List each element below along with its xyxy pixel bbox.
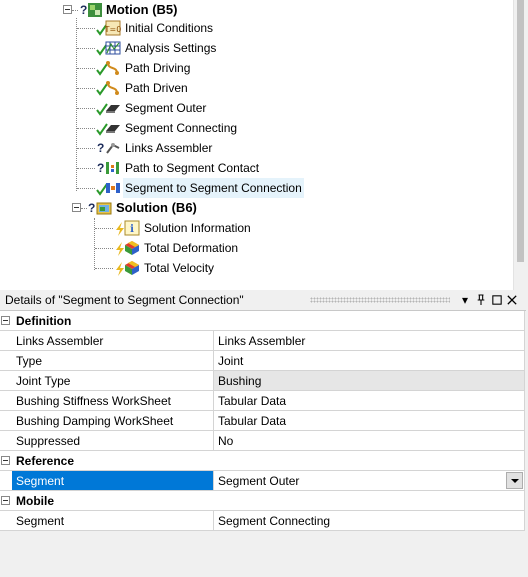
- property-value[interactable]: Tabular Data: [214, 391, 525, 411]
- category-definition[interactable]: Definition: [0, 311, 525, 331]
- connection-icon: [106, 183, 120, 193]
- tree-node-total-deformation[interactable]: Total Deformation: [0, 238, 500, 258]
- links-assembler-icon: [106, 143, 120, 154]
- tree-node-solution[interactable]: ? Solution (B6): [0, 198, 500, 218]
- details-title-bar: Details of "Segment to Segment Connectio…: [0, 290, 528, 310]
- project-tree: ? Motion (B5) T=0 Initial Conditions Ana…: [0, 0, 528, 290]
- question-status-icon: ?: [97, 141, 105, 155]
- svg-text:T=0: T=0: [105, 25, 121, 34]
- property-row[interactable]: Joint Type Bushing: [0, 371, 525, 391]
- tree-node-analysis-settings[interactable]: Analysis Settings: [0, 38, 500, 58]
- tree-scrollbar[interactable]: [513, 0, 528, 290]
- segment-select[interactable]: Segment Outer: [214, 471, 525, 491]
- scrollbar-thumb[interactable]: [517, 0, 524, 262]
- maximize-icon: [492, 295, 502, 305]
- segment-icon: [106, 125, 120, 133]
- pin-icon: [477, 294, 485, 305]
- category-mobile[interactable]: Mobile: [0, 491, 525, 511]
- total-velocity-icon: [125, 261, 139, 275]
- close-icon: [507, 295, 517, 305]
- segment-icon: [106, 105, 120, 113]
- property-value: Segment Outer: [218, 474, 300, 488]
- tree-node-segment-to-segment-connection[interactable]: Segment to Segment Connection: [0, 178, 500, 198]
- tree-node-total-velocity[interactable]: Total Velocity: [0, 258, 500, 278]
- tree-node-motion[interactable]: ? Motion (B5): [0, 0, 500, 20]
- path-driven-icon: [106, 81, 119, 95]
- property-row-selected[interactable]: Segment Segment Outer: [0, 471, 525, 491]
- tree-label: Segment to Segment Connection: [123, 178, 304, 198]
- dropdown-arrow-icon[interactable]: ▾: [458, 290, 472, 310]
- property-value[interactable]: Joint: [214, 351, 525, 371]
- category-label: Reference: [12, 451, 525, 471]
- close-button[interactable]: [505, 290, 519, 310]
- initial-conditions-icon: T=0: [105, 20, 121, 36]
- tree-label: Path Driving: [125, 61, 191, 75]
- property-value[interactable]: Links Assembler: [214, 331, 525, 351]
- contact-icon: [106, 162, 119, 174]
- tree-label: Solution (B6): [116, 200, 197, 215]
- tree-label: Total Deformation: [144, 241, 239, 255]
- tree-label: Path Driven: [125, 81, 188, 95]
- property-row[interactable]: Suppressed No: [0, 431, 525, 451]
- tree-label: Initial Conditions: [125, 21, 214, 35]
- property-row[interactable]: Type Joint: [0, 351, 525, 371]
- tree-node-path-driven[interactable]: Path Driven: [0, 78, 500, 98]
- tree-label: Links Assembler: [125, 141, 213, 155]
- property-name: Type: [12, 351, 214, 371]
- property-name: Joint Type: [12, 371, 214, 391]
- category-label: Mobile: [12, 491, 525, 511]
- svg-text:i: i: [130, 224, 134, 235]
- path-driving-icon: [106, 61, 119, 75]
- drag-grip[interactable]: [310, 297, 450, 303]
- solution-icon: [96, 202, 112, 215]
- tree-node-initial-conditions[interactable]: T=0 Initial Conditions: [0, 18, 500, 38]
- property-row[interactable]: Links Assembler Links Assembler: [0, 331, 525, 351]
- maximize-button[interactable]: [490, 290, 504, 310]
- collapse-toggle-icon[interactable]: [1, 496, 10, 505]
- property-value[interactable]: Segment Connecting: [214, 511, 525, 531]
- motion-icon: [88, 3, 102, 17]
- tree-node-path-driving[interactable]: Path Driving: [0, 58, 500, 78]
- question-status-icon: ?: [88, 201, 96, 215]
- dropdown-button[interactable]: [506, 472, 523, 489]
- details-panel: Details of "Segment to Segment Connectio…: [0, 290, 528, 577]
- property-row[interactable]: Segment Segment Connecting: [0, 511, 525, 531]
- category-label: Definition: [12, 311, 525, 331]
- tree-label: Solution Information: [144, 221, 251, 235]
- collapse-toggle-icon[interactable]: [1, 316, 10, 325]
- collapse-toggle-icon[interactable]: [63, 5, 72, 14]
- tree-node-segment-outer[interactable]: Segment Outer: [0, 98, 500, 118]
- total-deformation-icon: [125, 241, 139, 255]
- property-name: Suppressed: [12, 431, 214, 451]
- tree-node-segment-connecting[interactable]: Segment Connecting: [0, 118, 500, 138]
- pin-button[interactable]: [474, 290, 488, 310]
- analysis-settings-icon: [105, 41, 121, 55]
- property-value[interactable]: Tabular Data: [214, 411, 525, 431]
- tree-node-links-assembler[interactable]: ? Links Assembler: [0, 138, 500, 158]
- solution-information-icon: i: [124, 220, 140, 236]
- tree-node-path-to-segment-contact[interactable]: ? Path to Segment Contact: [0, 158, 500, 178]
- collapse-toggle-icon[interactable]: [72, 203, 81, 212]
- property-row[interactable]: Bushing Damping WorkSheet Tabular Data: [0, 411, 525, 431]
- property-name: Bushing Damping WorkSheet: [12, 411, 214, 431]
- collapse-toggle-icon[interactable]: [1, 456, 10, 465]
- property-value[interactable]: Bushing: [214, 371, 525, 391]
- tree-label: Total Velocity: [144, 261, 215, 275]
- property-name: Segment: [12, 511, 214, 531]
- property-name: Bushing Stiffness WorkSheet: [12, 391, 214, 411]
- category-reference[interactable]: Reference: [0, 451, 525, 471]
- property-name: Segment: [12, 471, 214, 491]
- property-value[interactable]: No: [214, 431, 525, 451]
- tree-label: Path to Segment Contact: [125, 161, 260, 175]
- tree-label: Segment Connecting: [125, 121, 238, 135]
- details-title: Details of "Segment to Segment Connectio…: [5, 293, 244, 307]
- details-grid: Definition Links Assembler Links Assembl…: [0, 310, 526, 531]
- tree-label: Motion (B5): [106, 2, 178, 17]
- property-row[interactable]: Bushing Stiffness WorkSheet Tabular Data: [0, 391, 525, 411]
- question-status-icon: ?: [97, 161, 105, 175]
- tree-label: Analysis Settings: [125, 41, 217, 55]
- property-name: Links Assembler: [12, 331, 214, 351]
- tree-node-solution-information[interactable]: i Solution Information: [0, 218, 500, 238]
- tree-label: Segment Outer: [125, 101, 207, 115]
